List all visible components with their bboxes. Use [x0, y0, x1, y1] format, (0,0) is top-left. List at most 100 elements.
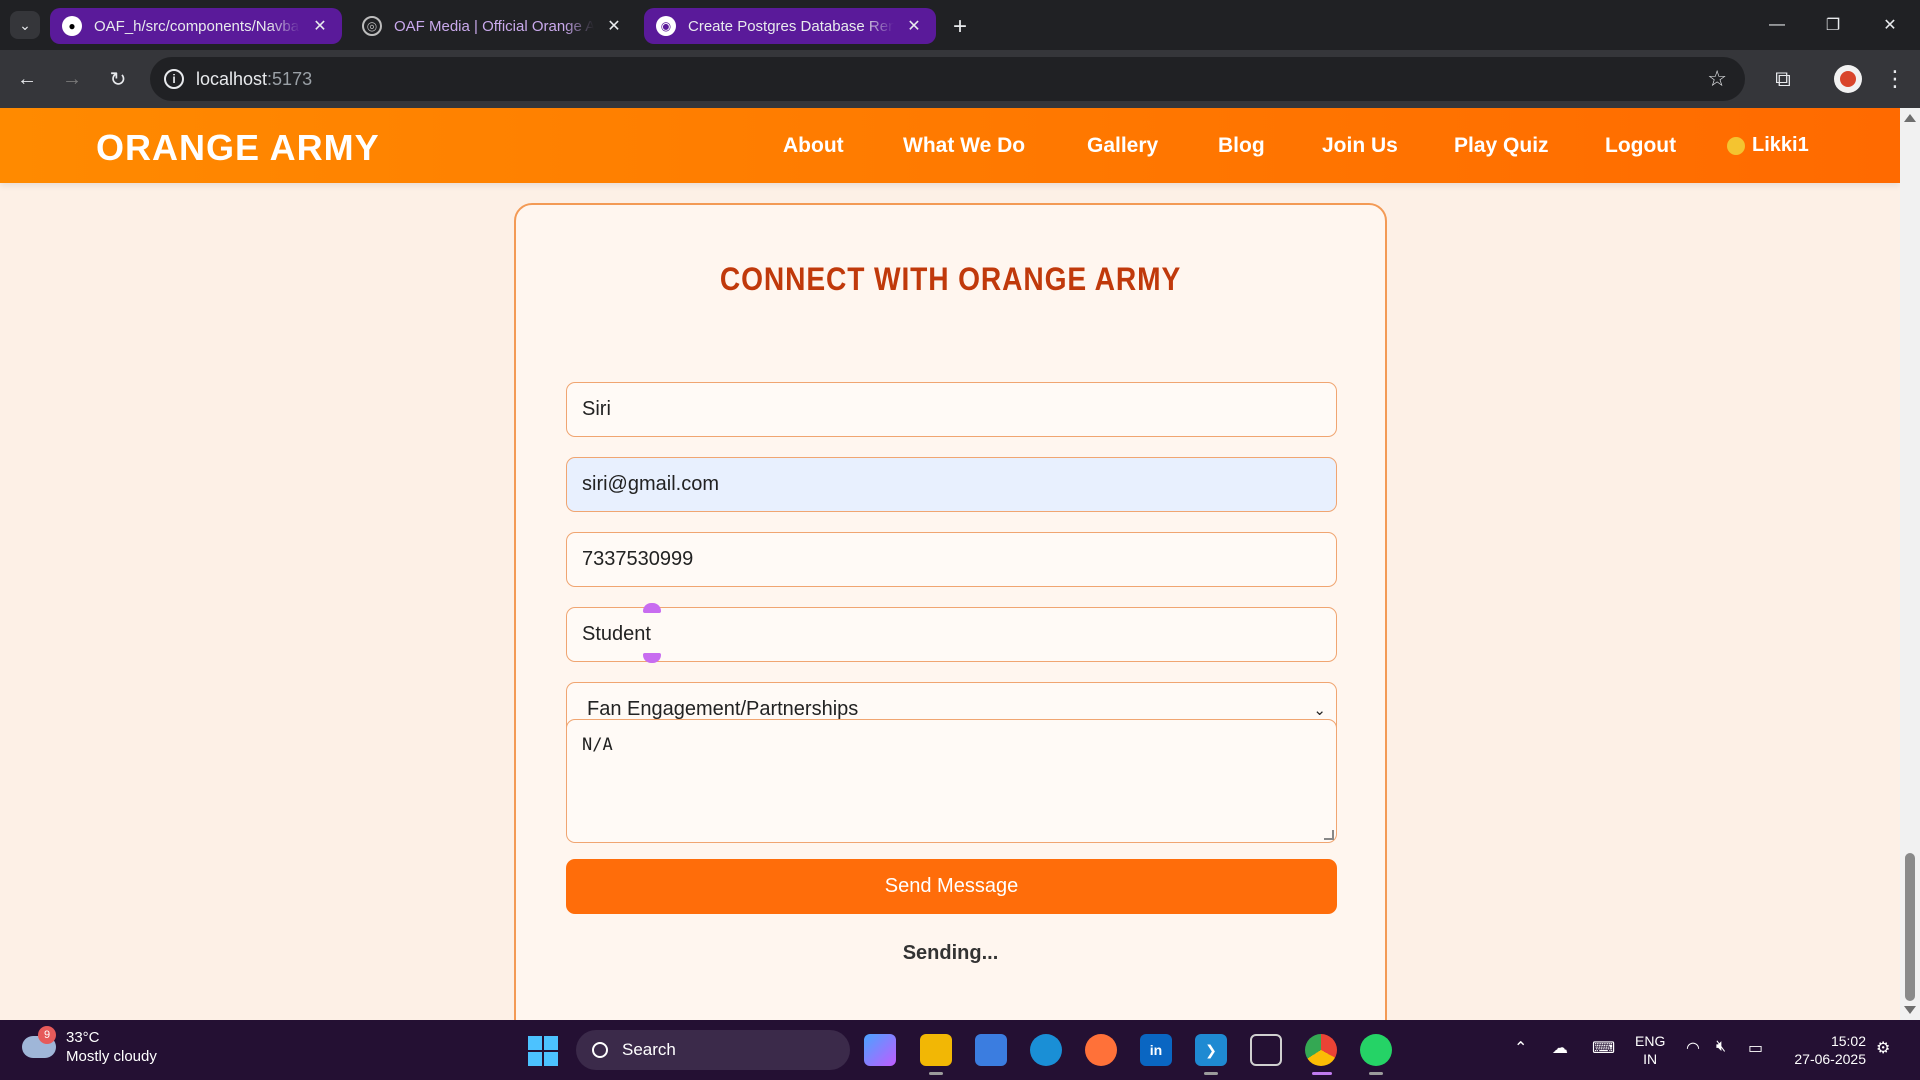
close-icon[interactable]: ✕: [904, 16, 924, 36]
start-button[interactable]: [528, 1036, 558, 1066]
kebab-menu-icon: ⋮: [1884, 66, 1906, 91]
weather-widget[interactable]: 9 33°C Mostly cloudy: [22, 1026, 157, 1066]
weather-badge: 9: [38, 1026, 56, 1044]
firefox-icon[interactable]: [1085, 1034, 1117, 1066]
puzzle-icon: ⧉: [1775, 66, 1791, 91]
app-running-indicator: [1204, 1072, 1218, 1075]
speaker-muted-icon[interactable]: 🔇︎: [1716, 1038, 1726, 1056]
nav-gallery[interactable]: Gallery: [1087, 134, 1158, 158]
nav-play-quiz[interactable]: Play Quiz: [1454, 134, 1549, 158]
close-icon: ✕: [1883, 17, 1897, 34]
scroll-up-icon[interactable]: [1904, 114, 1916, 122]
name-input[interactable]: Siri: [566, 382, 1337, 437]
arrow-left-icon: ←: [17, 67, 37, 90]
system-clock[interactable]: 15:02 27-06-2025: [1786, 1032, 1866, 1068]
tab-search-button[interactable]: ⌄: [10, 11, 40, 39]
globe-icon: ◎: [362, 16, 382, 36]
tab-title: OAF Media | Official Orange Army: [394, 17, 594, 35]
url-host: localhost: [196, 69, 268, 89]
user-name: Likki1: [1752, 134, 1809, 156]
file-explorer-icon[interactable]: [920, 1034, 952, 1066]
wifi-icon[interactable]: ◠: [1686, 1038, 1700, 1058]
notification-icon[interactable]: ⚙: [1876, 1038, 1890, 1058]
language-code: ENG: [1635, 1033, 1666, 1049]
vscode-icon[interactable]: ❯: [1195, 1034, 1227, 1066]
windows-logo-icon: [528, 1036, 542, 1050]
address-bar[interactable]: i localhost:5173 ☆: [150, 57, 1745, 101]
copilot-icon[interactable]: [864, 1034, 896, 1066]
browser-menu-button[interactable]: ⋮: [1880, 64, 1910, 94]
message-textarea[interactable]: N/A: [566, 719, 1337, 843]
nav-about[interactable]: About: [783, 134, 844, 158]
nav-what-we-do[interactable]: What We Do: [903, 134, 1025, 158]
reload-button[interactable]: ↻: [103, 64, 133, 94]
extensions-button[interactable]: ⧉: [1768, 64, 1798, 94]
app-running-indicator: [1369, 1072, 1383, 1075]
taskbar-search[interactable]: Search: [576, 1030, 850, 1070]
occupation-input[interactable]: Student: [566, 607, 1337, 662]
new-tab-button[interactable]: +: [946, 13, 974, 41]
url-text[interactable]: localhost:5173: [196, 69, 312, 90]
tab-render[interactable]: ◉ Create Postgres Database Render ✕: [644, 8, 936, 44]
restore-button[interactable]: ❐: [1813, 10, 1853, 40]
back-button[interactable]: ←: [12, 64, 42, 94]
browser-toolbar: ← → ↻ i localhost:5173 ☆ ⧉ ⋮: [0, 50, 1920, 108]
cloud-sync-icon[interactable]: ☁: [1552, 1038, 1568, 1058]
url-port: :5173: [267, 69, 313, 89]
interest-value: Fan Engagement/Partnerships: [587, 698, 859, 720]
tab-title: Create Postgres Database Render: [688, 17, 894, 35]
weather-temperature: 33°C: [66, 1029, 100, 1046]
profile-avatar[interactable]: [1834, 65, 1862, 93]
forward-button[interactable]: →: [57, 64, 87, 94]
chevron-up-icon[interactable]: ⌃: [1514, 1038, 1527, 1058]
user-profile-link[interactable]: Likki1: [1727, 134, 1809, 157]
nav-blog[interactable]: Blog: [1218, 134, 1265, 158]
email-input[interactable]: siri@gmail.com: [566, 457, 1337, 512]
search-icon: [592, 1042, 608, 1058]
close-window-button[interactable]: ✕: [1870, 10, 1910, 40]
phone-value: 7337530999: [582, 548, 694, 570]
nav-join-us[interactable]: Join Us: [1322, 134, 1398, 158]
tab-github[interactable]: ● OAF_h/src/components/Navbar ✕: [50, 8, 342, 44]
email-value: siri@gmail.com: [582, 473, 719, 495]
tab-oaf-media[interactable]: ◎ OAF Media | Official Orange Army ✕: [350, 8, 636, 44]
whatsapp-icon[interactable]: [1360, 1034, 1392, 1066]
region-code: IN: [1643, 1051, 1658, 1067]
text-cursor-handle-icon: [643, 603, 661, 613]
linkedin-icon[interactable]: in: [1140, 1034, 1172, 1066]
windows-logo-icon: [544, 1036, 558, 1050]
phone-input[interactable]: 7337530999: [566, 532, 1337, 587]
app-active-indicator: [1312, 1072, 1332, 1075]
package-icon[interactable]: [1250, 1034, 1282, 1066]
notepad-icon[interactable]: [975, 1034, 1007, 1066]
page-scrollbar[interactable]: [1900, 108, 1920, 1020]
edge-icon[interactable]: [1030, 1034, 1062, 1066]
clock-time: 15:02: [1830, 1033, 1866, 1049]
keyboard-icon[interactable]: ⌨: [1592, 1038, 1615, 1058]
avatar-icon: [1840, 71, 1856, 87]
close-icon[interactable]: ✕: [310, 16, 330, 36]
reload-icon: ↻: [109, 68, 127, 91]
language-indicator[interactable]: ENG IN: [1635, 1032, 1665, 1068]
send-message-button[interactable]: Send Message: [566, 859, 1337, 914]
minimize-icon: —: [1769, 16, 1785, 33]
scrollbar-thumb[interactable]: [1905, 853, 1915, 1001]
scroll-down-icon[interactable]: [1904, 1006, 1916, 1014]
form-title: CONNECT WITH ORANGE ARMY: [719, 261, 1182, 297]
site-header: ORANGE ARMY About What We Do Gallery Blo…: [0, 108, 1900, 183]
site-info-icon[interactable]: i: [164, 69, 184, 89]
clock-date: 27-06-2025: [1794, 1051, 1866, 1067]
close-icon[interactable]: ✕: [604, 16, 624, 36]
contact-form-card: CONNECT WITH ORANGE ARMY Siri siri@gmail…: [514, 203, 1387, 1020]
nav-logout[interactable]: Logout: [1605, 134, 1676, 158]
user-avatar-icon: [1727, 136, 1745, 155]
chevron-down-icon: ⌄: [19, 16, 31, 33]
resize-handle-icon[interactable]: [1324, 830, 1334, 840]
minimize-button[interactable]: —: [1757, 10, 1797, 40]
arrow-right-icon: →: [62, 67, 82, 90]
site-logo[interactable]: ORANGE ARMY: [96, 127, 380, 169]
bookmark-star-icon[interactable]: ☆: [1707, 66, 1727, 92]
battery-icon[interactable]: ▭: [1748, 1038, 1763, 1058]
chrome-icon[interactable]: [1305, 1034, 1337, 1066]
tab-title: OAF_h/src/components/Navbar: [94, 17, 300, 35]
